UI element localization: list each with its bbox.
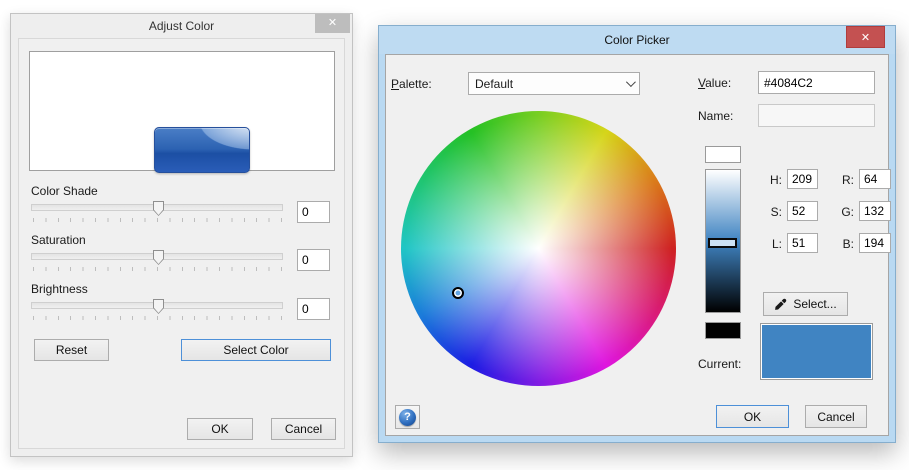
color-wheel[interactable] (401, 111, 676, 386)
eyedropper-icon (774, 298, 787, 311)
brightness-label: Brightness (31, 282, 88, 296)
white-swatch[interactable] (705, 146, 741, 163)
blue-label: B: (834, 237, 854, 251)
current-color-swatch (760, 323, 873, 380)
value-input[interactable] (758, 71, 875, 94)
color-shade-input[interactable] (297, 201, 330, 223)
current-label: Current: (698, 357, 741, 371)
palette-selected-value: Default (475, 77, 626, 91)
color-shade-label: Color Shade (31, 184, 98, 198)
select-screen-color-button[interactable]: Select... (763, 292, 848, 316)
color-shade-ticks (33, 218, 282, 222)
blue-input[interactable] (859, 233, 891, 253)
saturation-input[interactable] (787, 201, 818, 221)
palette-label: Palette: (391, 77, 432, 91)
hue-input[interactable] (787, 169, 818, 189)
saturation-ticks (33, 267, 282, 271)
lightness-handle[interactable] (708, 238, 737, 248)
value-label: Value: (698, 76, 731, 90)
help-button[interactable]: ? (395, 405, 420, 429)
chevron-down-icon (626, 77, 636, 87)
close-icon: ✕ (328, 17, 337, 29)
select-button-label: Select... (793, 297, 836, 311)
lightness-label: L: (762, 237, 782, 251)
ok-button[interactable]: OK (716, 405, 789, 428)
saturation-input[interactable] (297, 249, 330, 271)
red-label: R: (834, 173, 854, 187)
brightness-ticks (33, 316, 282, 320)
close-button[interactable]: ✕ (846, 26, 885, 48)
color-picker-titlebar[interactable]: Color Picker (379, 26, 895, 54)
reset-button[interactable]: Reset (34, 339, 109, 361)
close-button[interactable]: ✕ (315, 14, 350, 33)
hue-label: H: (762, 173, 782, 187)
color-picker-dialog: Color Picker ✕ Palette: Default Value: N… (378, 25, 896, 443)
name-input (758, 104, 875, 127)
saturation-label: Saturation (31, 233, 86, 247)
green-input[interactable] (859, 201, 891, 221)
red-input[interactable] (859, 169, 891, 189)
dialog-title: Adjust Color (149, 19, 214, 33)
close-icon: ✕ (861, 32, 870, 44)
name-label: Name: (698, 109, 733, 123)
color-wheel-marker[interactable] (452, 287, 464, 299)
black-swatch[interactable] (705, 322, 741, 339)
preview-color-sample (154, 127, 250, 173)
saturation-label: S: (762, 205, 782, 219)
adjust-color-titlebar[interactable]: Adjust Color (11, 14, 352, 38)
cancel-button[interactable]: Cancel (271, 418, 336, 440)
palette-dropdown[interactable]: Default (468, 72, 640, 95)
adjust-color-dialog: Adjust Color ✕ Color Shade Saturation Br… (10, 13, 353, 457)
brightness-input[interactable] (297, 298, 330, 320)
lightness-input[interactable] (787, 233, 818, 253)
cancel-button[interactable]: Cancel (805, 405, 867, 428)
dialog-title: Color Picker (604, 33, 669, 47)
color-preview-area (29, 51, 335, 171)
select-color-button[interactable]: Select Color (181, 339, 331, 361)
green-label: G: (834, 205, 854, 219)
ok-button[interactable]: OK (187, 418, 253, 440)
help-icon: ? (399, 409, 416, 426)
